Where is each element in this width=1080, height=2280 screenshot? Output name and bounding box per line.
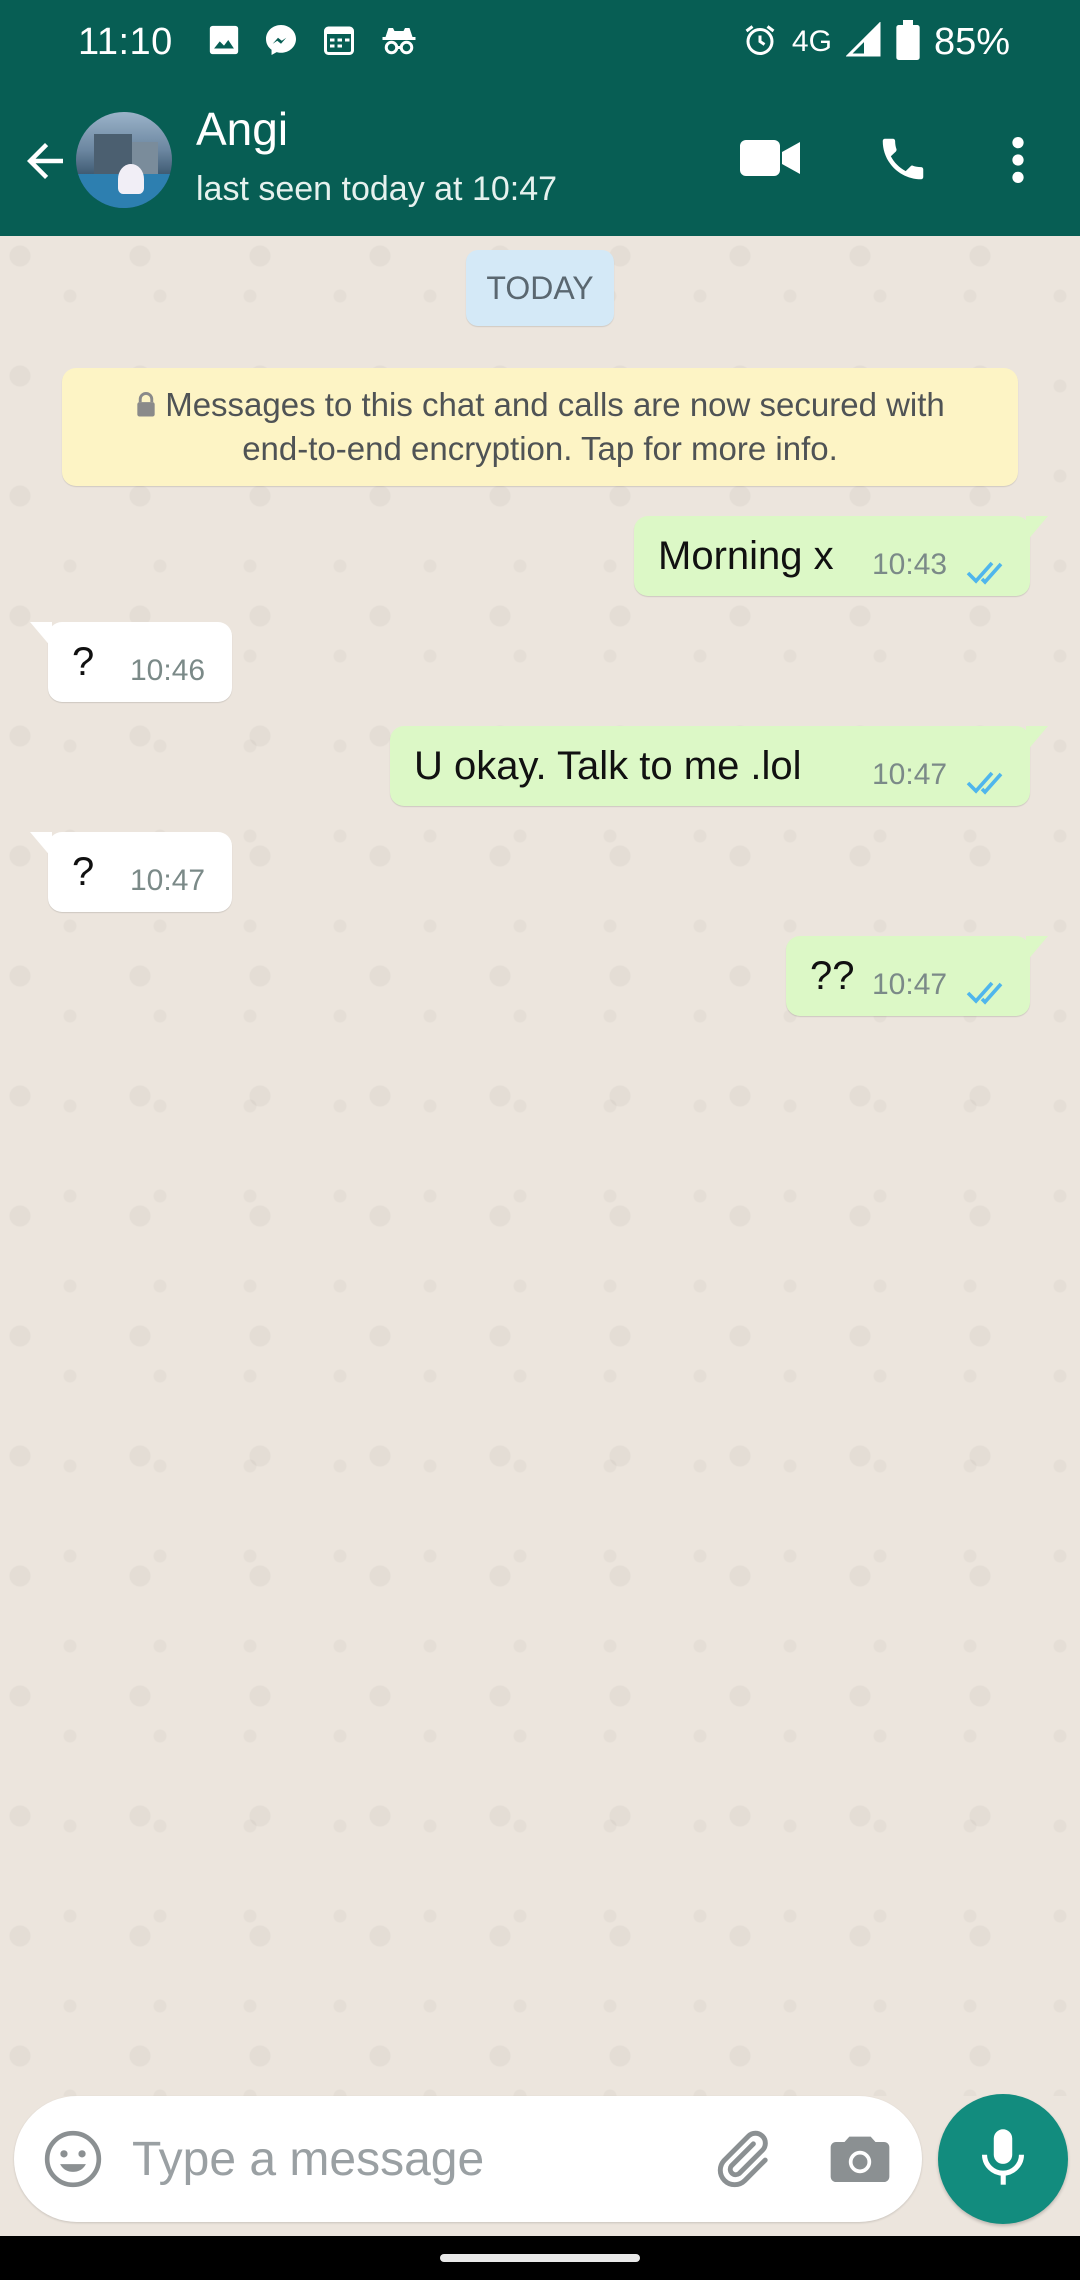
chat-area[interactable]: TODAY Messages to this chat and calls ar… xyxy=(0,236,1080,2096)
microphone-icon xyxy=(975,2127,1031,2192)
camera-icon[interactable] xyxy=(828,2128,892,2193)
message-time: 10:47 xyxy=(872,758,948,791)
status-right: 4G 85% xyxy=(742,19,1010,65)
incognito-icon xyxy=(379,22,419,63)
read-receipt-icon xyxy=(966,550,1010,585)
message-text: ? xyxy=(72,640,95,684)
message-text: U okay. Talk to me .lol xyxy=(414,744,802,788)
message-bubble-incoming[interactable]: ? 10:47 xyxy=(30,832,232,912)
message-time: 10:43 xyxy=(872,548,948,581)
lock-icon xyxy=(135,386,157,428)
battery-icon xyxy=(896,19,920,65)
back-arrow-icon[interactable] xyxy=(18,134,72,188)
home-gesture-handle[interactable] xyxy=(440,2254,640,2262)
status-time: 11:10 xyxy=(78,20,173,63)
message-time: 10:47 xyxy=(130,864,206,897)
message-bubble-outgoing[interactable]: ?? 10:47 xyxy=(786,936,1048,1016)
attach-icon[interactable] xyxy=(708,2126,774,2197)
message-text: ?? xyxy=(810,954,855,998)
message-bubble-outgoing[interactable]: Morning x 10:43 xyxy=(634,516,1048,596)
image-icon xyxy=(207,23,241,62)
date-chip: TODAY xyxy=(466,250,614,326)
encryption-line-2: end-to-end encryption. Tap for more info… xyxy=(242,430,838,468)
video-call-icon[interactable] xyxy=(740,136,800,185)
contact-name[interactable]: Angi xyxy=(196,102,288,156)
notification-icons xyxy=(207,22,419,63)
message-text: Morning x xyxy=(658,534,834,578)
message-time: 10:47 xyxy=(872,968,948,1001)
battery-level: 85% xyxy=(933,20,1010,63)
system-nav-bar xyxy=(0,2236,1080,2280)
encryption-line-1: Messages to this chat and calls are now … xyxy=(165,386,945,423)
calendar-icon xyxy=(321,22,357,63)
alarm-icon xyxy=(742,22,778,63)
network-type: 4G xyxy=(791,25,832,58)
more-options-icon[interactable] xyxy=(1000,134,1036,191)
message-composer[interactable]: Type a message xyxy=(14,2096,922,2222)
message-input[interactable]: Type a message xyxy=(132,2132,484,2187)
signal-icon xyxy=(845,20,882,63)
chat-header: Angi last seen today at 10:47 xyxy=(0,84,1080,236)
emoji-icon[interactable] xyxy=(42,2128,104,2195)
messenger-icon xyxy=(263,22,299,63)
encryption-notice[interactable]: Messages to this chat and calls are now … xyxy=(62,368,1018,486)
message-text: ? xyxy=(72,850,95,894)
last-seen-status[interactable]: last seen today at 10:47 xyxy=(196,170,557,209)
read-receipt-icon xyxy=(966,970,1010,1005)
read-receipt-icon xyxy=(966,760,1010,795)
status-bar: 11:10 4G 85% xyxy=(0,0,1080,84)
message-bubble-outgoing[interactable]: U okay. Talk to me .lol 10:47 xyxy=(390,726,1048,806)
voice-record-button[interactable] xyxy=(938,2094,1068,2224)
message-bubble-incoming[interactable]: ? 10:46 xyxy=(30,622,232,702)
avatar[interactable] xyxy=(76,112,172,208)
voice-call-icon[interactable] xyxy=(876,132,930,191)
message-time: 10:46 xyxy=(130,654,206,687)
